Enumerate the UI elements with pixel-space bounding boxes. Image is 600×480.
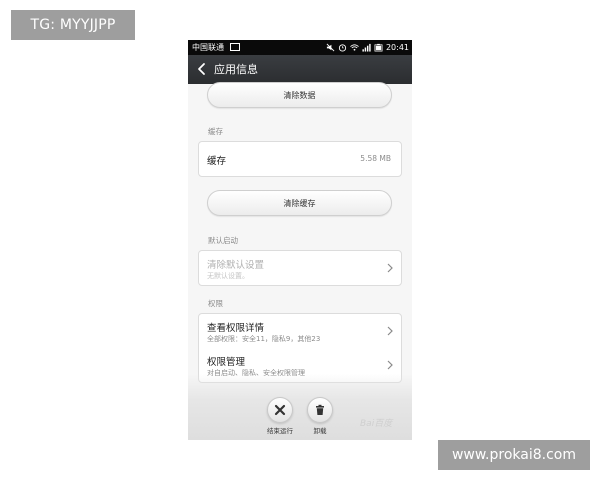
clear-defaults-row[interactable]: 清除默认设置 无默认设置。 [199, 251, 401, 285]
view-permissions-row[interactable]: 查看权限详情 全部权限：安全11，隐私9，其他23 [199, 314, 401, 348]
page: TG: MYYJJPP 中国联通 20:41 应用信息 清除数据 缓存 缓存 5… [0, 0, 600, 480]
cache-size-value: 5.58 MB [360, 154, 391, 163]
force-stop-button[interactable] [267, 397, 293, 423]
status-time: 20:41 [385, 43, 409, 52]
page-title: 应用信息 [214, 63, 258, 76]
title-bar: 应用信息 [188, 55, 412, 84]
cache-section-label: 缓存 [208, 127, 223, 136]
alarm-icon [338, 44, 347, 52]
uninstall-label: 卸载 [313, 427, 327, 435]
site-watermark-badge: www.prokai8.com [438, 440, 590, 470]
cache-row-label: 缓存 [207, 156, 227, 167]
wifi-icon [350, 44, 359, 51]
chevron-right-icon [387, 263, 393, 273]
clear-defaults-label: 清除默认设置 [207, 260, 265, 271]
default-launch-section-label: 默认启动 [208, 236, 238, 245]
signal-icon [362, 43, 371, 52]
cache-card: 缓存 5.58 MB [198, 141, 402, 177]
close-icon [274, 404, 286, 416]
trash-icon [316, 404, 324, 415]
view-permissions-sub: 全部权限：安全11，隐私9，其他23 [207, 335, 321, 343]
back-arrow-icon[interactable] [196, 62, 208, 76]
baidu-watermark: Bai百度 [360, 419, 393, 429]
manage-permissions-label: 权限管理 [207, 357, 246, 368]
clear-data-button[interactable]: 清除数据 [207, 82, 392, 108]
default-launch-card: 清除默认设置 无默认设置。 [198, 250, 402, 286]
carrier-label: 中国联通 [192, 40, 240, 55]
image-notification-icon [229, 43, 240, 51]
force-stop-label: 结束运行 [267, 427, 293, 435]
carrier-name: 中国联通 [192, 43, 224, 52]
chevron-right-icon [387, 326, 393, 336]
status-icons: 20:41 [323, 40, 409, 55]
clear-defaults-sub: 无默认设置。 [207, 272, 249, 280]
permissions-card: 查看权限详情 全部权限：安全11，隐私9，其他23 权限管理 对自启动、隐私、安… [198, 313, 402, 383]
permissions-section-label: 权限 [208, 299, 223, 308]
uninstall-button[interactable] [307, 397, 333, 423]
tg-watermark-badge: TG: MYYJJPP [11, 10, 135, 40]
view-permissions-label: 查看权限详情 [207, 323, 265, 334]
mute-icon [326, 43, 335, 52]
status-bar: 中国联通 20:41 [188, 40, 412, 55]
clear-cache-button[interactable]: 清除缓存 [207, 190, 392, 216]
cache-row: 缓存 5.58 MB [199, 142, 401, 176]
chevron-right-icon [387, 360, 393, 370]
battery-icon [374, 43, 383, 52]
phone-screen: 中国联通 20:41 应用信息 清除数据 缓存 缓存 5.58 MB 清除缓存 … [188, 40, 412, 440]
